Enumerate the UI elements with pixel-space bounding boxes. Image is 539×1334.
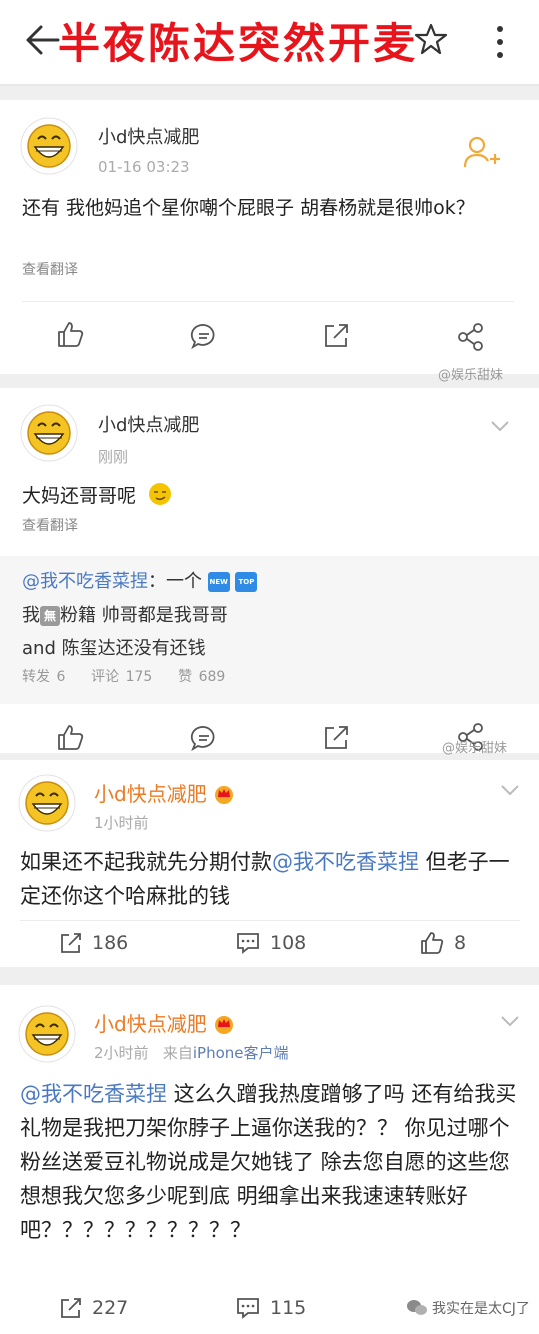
avatar[interactable] — [20, 404, 78, 462]
quoted-post[interactable]: @我不吃香菜捏：一个 NEW TOP 我無粉籍 帅哥都是我哥哥 and 陈玺达还… — [0, 556, 539, 704]
comment-icon[interactable] — [190, 322, 218, 350]
comment-icon[interactable] — [190, 724, 218, 752]
repost-count: 186 — [92, 932, 129, 954]
quote-line-2: 我無粉籍 帅哥都是我哥哥 — [22, 603, 228, 629]
view-translation-link[interactable]: 查看翻译 — [22, 515, 78, 535]
post-card: 小d快点减肥 2小时前 来自iPhone客户端 @我不吃香菜捏 这么久蹭我热度蹭… — [0, 985, 539, 1334]
quote-text: 粉籍 帅哥都是我哥哥 — [60, 605, 228, 626]
quote-line-1: @我不吃香菜捏：一个 NEW TOP — [22, 569, 258, 595]
username[interactable]: 小d快点减肥 — [98, 411, 199, 437]
username[interactable]: 小d快点减肥 — [94, 778, 235, 807]
chevron-down-icon[interactable] — [500, 784, 520, 796]
divider — [22, 301, 514, 302]
quote-repost-count: 转发 6 — [22, 669, 66, 685]
star-icon[interactable] — [414, 22, 448, 56]
post-time: 2小时前 — [94, 1044, 149, 1062]
post-source: iPhone客户端 — [192, 1044, 289, 1062]
repost-icon[interactable] — [322, 322, 350, 350]
quote-like-count: 赞 689 — [178, 669, 226, 685]
view-translation-link[interactable]: 查看翻译 — [22, 259, 78, 279]
username-text: 小d快点减肥 — [94, 1012, 207, 1036]
comment-count: 115 — [270, 1297, 307, 1319]
body-mention[interactable]: @我不吃香菜捏 — [272, 850, 419, 874]
follow-user-icon[interactable] — [462, 134, 502, 170]
chevron-down-icon[interactable] — [490, 420, 510, 432]
username[interactable]: 小d快点减肥 — [94, 1008, 235, 1037]
post-body-text: 这么久蹭我热度蹭够了吗 还有给我买礼物是我把刀架你脖子上逼你送我的？？ 你见过哪… — [20, 1082, 517, 1242]
chevron-down-icon[interactable] — [500, 1015, 520, 1027]
quote-text: 我 — [22, 605, 40, 626]
watermark: @娱乐甜妹 — [442, 741, 508, 756]
post-time: 刚刚 — [98, 448, 129, 466]
repost-icon — [61, 933, 81, 953]
post-time: 1小时前 — [94, 814, 149, 832]
post-card: 小d快点减肥 01-16 03:23 还有 我他妈追个星你嘲个屁眼子 胡春杨就是… — [0, 100, 539, 374]
comment-button[interactable]: 108 — [236, 932, 306, 954]
repost-button[interactable]: 227 — [60, 1297, 128, 1319]
username-text: 小d快点减肥 — [94, 782, 207, 806]
body-mention[interactable]: @我不吃香菜捏 — [20, 1082, 167, 1106]
like-count: 8 — [454, 932, 467, 954]
username[interactable]: 小d快点减肥 — [98, 123, 199, 149]
quote-stats: 转发 6 评论 175 赞 689 — [22, 666, 225, 686]
quote-text: ：一个 — [148, 571, 202, 592]
back-arrow-icon[interactable] — [24, 20, 60, 60]
post-body-text: 大妈还哥哥呢 — [22, 485, 137, 507]
headline-overlay: 半夜陈达突然开麦 — [58, 19, 419, 68]
like-button[interactable]: 8 — [420, 932, 466, 954]
top-bar: 半夜陈达突然开麦 — [0, 0, 539, 85]
like-icon[interactable] — [56, 723, 84, 751]
post-time: 01-16 03:23 — [98, 158, 190, 176]
wechat-icon — [407, 1300, 427, 1315]
post-body: 如果还不起我就先分期付款@我不吃香菜捏 但老子一定还你这个哈麻批的钱 — [20, 845, 520, 913]
avatar[interactable] — [18, 774, 76, 832]
wechat-watermark-text: 我实在是太CJ了 — [432, 1301, 530, 1317]
share-icon[interactable] — [456, 322, 486, 352]
avatar[interactable] — [18, 1005, 76, 1063]
watermark: @娱乐甜妹 — [438, 368, 504, 383]
repost-button[interactable]: 186 — [60, 932, 128, 954]
comment-count: 108 — [270, 932, 307, 954]
quote-mention[interactable]: @我不吃香菜捏 — [22, 571, 148, 592]
post-body: 大妈还哥哥呢 — [22, 480, 492, 512]
repost-icon[interactable] — [322, 724, 350, 752]
comment-icon — [237, 1298, 259, 1319]
wechat-watermark: 我实在是太CJ了 — [406, 1298, 530, 1318]
like-icon[interactable] — [56, 320, 84, 348]
top-badge-icon: TOP — [235, 572, 258, 592]
source-prefix: 来自 — [162, 1044, 193, 1062]
quote-line-3: and 陈玺达还没有还钱 — [22, 638, 206, 659]
top-bar-divider — [0, 84, 539, 86]
repost-icon — [61, 1298, 81, 1318]
post-body: @我不吃香菜捏 这么久蹭我热度蹭够了吗 还有给我买礼物是我把刀架你脖子上逼你送我… — [20, 1077, 520, 1247]
vip-crown-icon — [215, 786, 234, 804]
quote-comment-count: 评论 175 — [91, 669, 153, 685]
new-badge-icon: NEW — [207, 572, 230, 592]
repost-count: 227 — [92, 1297, 129, 1319]
more-options-icon[interactable] — [492, 24, 508, 60]
comment-button[interactable]: 115 — [236, 1297, 306, 1319]
smirk-emoji-icon — [149, 483, 172, 505]
comment-icon — [237, 933, 259, 954]
none-badge-icon: 無 — [40, 606, 60, 626]
divider — [20, 920, 520, 921]
avatar[interactable] — [20, 117, 78, 175]
post-body: 还有 我他妈追个星你嘲个屁眼子 胡春杨就是很帅ok？ — [22, 197, 475, 219]
post-meta: 2小时前 来自iPhone客户端 — [94, 1042, 289, 1063]
post-card: 小d快点减肥 1小时前 如果还不起我就先分期付款@我不吃香菜捏 但老子一定还你这… — [0, 760, 539, 967]
post-body-text: 如果还不起我就先分期付款 — [20, 850, 272, 874]
like-icon — [421, 932, 444, 954]
vip-crown-icon — [215, 1016, 234, 1034]
